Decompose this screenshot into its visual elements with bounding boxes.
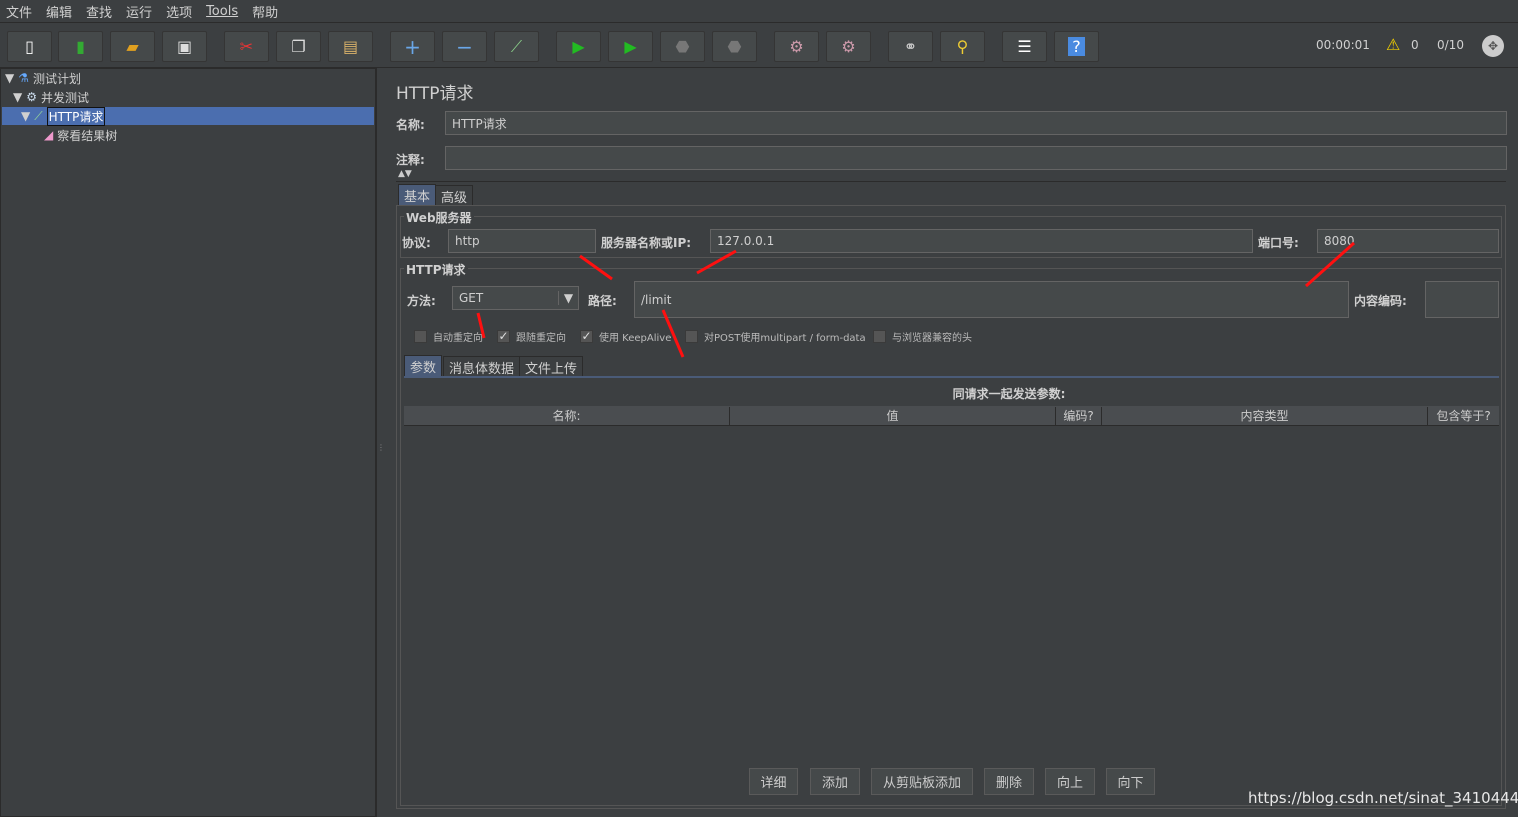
watermark: https://blog.csdn.net/sinat_34104446 bbox=[1248, 789, 1518, 807]
arrow-server bbox=[697, 251, 736, 273]
arrow-method bbox=[478, 313, 484, 338]
arrow-protocol bbox=[580, 256, 612, 279]
arrow-port bbox=[1306, 243, 1354, 286]
annotation-arrows bbox=[0, 0, 1518, 817]
arrow-path bbox=[663, 310, 683, 357]
